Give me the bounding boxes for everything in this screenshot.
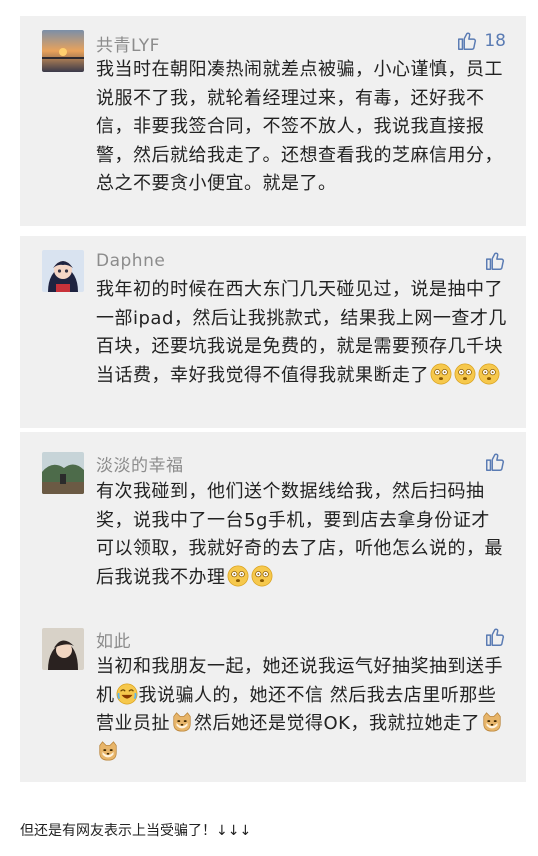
thumbs-up-icon <box>484 250 506 272</box>
like-button[interactable] <box>484 451 506 473</box>
like-button[interactable]: 18 <box>456 30 506 52</box>
sunset-avatar[interactable] <box>42 30 84 72</box>
commenter-name[interactable]: 如此 <box>96 627 131 652</box>
comment-text-content: 有次我碰到，他们送个数据线给我，然后扫码抽奖，说我中了一台5g手机，要到店去拿身… <box>96 481 503 588</box>
dizzy-face-emoji-icon <box>430 363 452 385</box>
like-count: 18 <box>484 31 506 51</box>
woman-avatar[interactable] <box>42 628 84 670</box>
thumbs-up-icon <box>484 451 506 473</box>
dizzy-face-emoji-icon <box>227 565 249 587</box>
like-button[interactable] <box>484 250 506 272</box>
commenter-name[interactable]: Daphne <box>96 251 165 271</box>
thumbs-up-icon <box>456 30 478 52</box>
commenter-name[interactable]: 淡淡的幸福 <box>96 451 184 476</box>
anime-girl-avatar[interactable] <box>42 250 84 292</box>
comment-card: 淡淡的幸福 有次我碰到，他们送个数据线给我，然后扫码抽奖，说我中了一台5g手机，… <box>20 432 526 782</box>
comment-text: 我当时在朝阳凑热闹就差点被骗，小心谨慎，员工说服不了我，就轮着经理过来，有毒，还… <box>96 59 503 194</box>
like-button[interactable] <box>484 626 506 648</box>
dizzy-face-emoji-icon <box>251 565 273 587</box>
comment-card: 共青LYF 18 我当时在朝阳凑热闹就差点被骗，小心谨慎，员工说服不了我，就轮着… <box>20 16 526 226</box>
commenter-name[interactable]: 共青LYF <box>96 31 160 56</box>
dizzy-face-emoji-icon <box>478 363 500 385</box>
thumbs-up-icon <box>484 626 506 648</box>
comment-card: Daphne 我年初的时候在西大东门几天碰见过，说是抽中了一部ipad，然后让我… <box>20 236 526 428</box>
landscape-avatar[interactable] <box>42 452 84 494</box>
comment-text-part: 然后她还是觉得OK，我就拉她走了 <box>194 713 480 734</box>
footer-caption: 但还是有网友表示上当受骗了！↓↓↓ <box>20 823 252 839</box>
comment-text: 我年初的时候在西大东门几天碰见过，说是抽中了一部ipad，然后让我挑款式，结果我… <box>96 276 508 390</box>
doge-emoji-icon <box>171 711 193 733</box>
laughing-tears-emoji-icon <box>116 683 138 705</box>
comment-text: 有次我碰到，他们送个数据线给我，然后扫码抽奖，说我中了一台5g手机，要到店去拿身… <box>96 478 508 592</box>
dizzy-face-emoji-icon <box>454 363 476 385</box>
doge-emoji-icon <box>481 711 503 733</box>
doge-emoji-icon <box>97 740 119 762</box>
comment-text: 当初和我朋友一起，她还说我运气好抽奖抽到送手机 我说骗人的，她还不信 然后我去店里… <box>96 653 508 767</box>
